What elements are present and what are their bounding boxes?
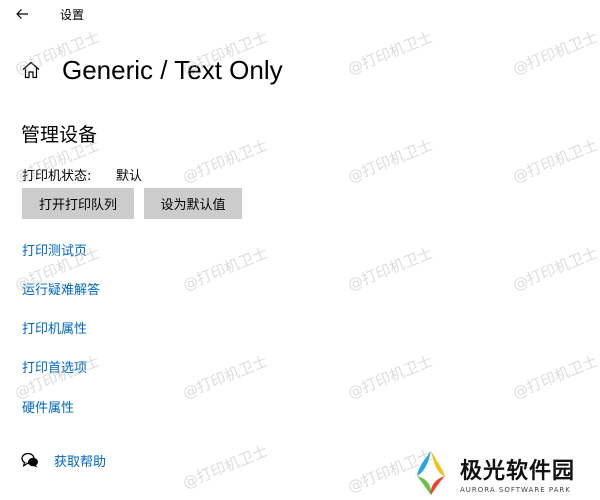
watermark-text: @打印机卫士	[510, 243, 600, 295]
back-button[interactable]	[10, 2, 34, 26]
page-header: Generic / Text Only	[20, 54, 283, 86]
watermark-text: @打印机卫士	[345, 243, 436, 295]
page-title: Generic / Text Only	[62, 54, 283, 85]
watermark-text: @打印机卫士	[180, 243, 271, 295]
printing-preferences-link[interactable]: 打印首选项	[22, 357, 87, 376]
watermark-text: @打印机卫士	[510, 135, 600, 187]
section-title: 管理设备	[21, 124, 98, 146]
chat-help-icon	[20, 450, 40, 470]
set-default-button[interactable]: 设为默认值	[144, 188, 242, 219]
printer-status-value: 默认	[116, 169, 143, 184]
printer-status: 打印机状态: 默认	[22, 165, 142, 184]
window-title: 设置	[60, 8, 85, 22]
title-bar: 设置	[0, 0, 600, 28]
logo-name: 极光软件园	[460, 458, 576, 484]
get-help[interactable]: 获取帮助	[20, 450, 106, 470]
printer-properties-link[interactable]: 打印机属性	[22, 318, 87, 337]
watermark-text: @打印机卫士	[345, 135, 436, 187]
logo-subtitle: AURORA SOFTWARE PARK	[460, 485, 571, 494]
open-print-queue-button[interactable]: 打开打印队列	[22, 188, 134, 219]
aurora-logo: 极光软件园 AURORA SOFTWARE PARK	[406, 446, 600, 500]
print-test-page-link[interactable]: 打印测试页	[22, 240, 87, 259]
watermark-text: @打印机卫士	[180, 441, 271, 493]
run-troubleshooter-link[interactable]: 运行疑难解答	[22, 279, 100, 298]
watermark-text: @打印机卫士	[510, 27, 600, 79]
watermark-text: @打印机卫士	[180, 135, 271, 187]
watermark-text: @打印机卫士	[345, 351, 436, 403]
watermark-text: @打印机卫士	[180, 351, 271, 403]
printer-status-label: 打印机状态:	[22, 169, 92, 184]
get-help-link[interactable]: 获取帮助	[54, 451, 106, 470]
hardware-properties-link[interactable]: 硬件属性	[22, 397, 74, 416]
back-arrow-icon	[16, 9, 28, 19]
watermark-text: @打印机卫士	[345, 27, 436, 79]
watermark-text: @打印机卫士	[510, 351, 600, 403]
aurora-logo-icon	[417, 451, 445, 495]
home-icon[interactable]	[20, 59, 42, 81]
